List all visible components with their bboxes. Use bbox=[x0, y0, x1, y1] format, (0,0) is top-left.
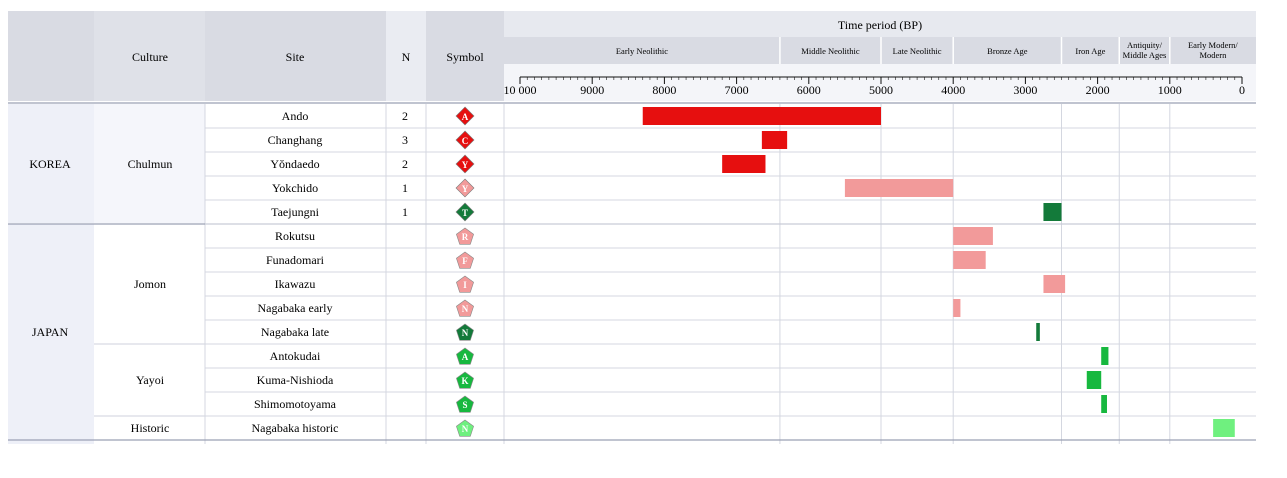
sample-count: 1 bbox=[402, 181, 408, 195]
site-name: Ando bbox=[282, 109, 309, 123]
time-range-bar bbox=[1086, 371, 1102, 389]
sample-count: 1 bbox=[402, 205, 408, 219]
period-label-line: Modern bbox=[1199, 50, 1227, 60]
axis-tick-label: 6000 bbox=[797, 83, 821, 97]
period-label-line: Early Modern/ bbox=[1188, 40, 1238, 50]
site-symbol-icon: N bbox=[456, 419, 474, 437]
n-column-header: N bbox=[402, 50, 411, 64]
time-range-bar bbox=[1101, 347, 1109, 365]
site-symbol-icon: R bbox=[456, 227, 474, 245]
symbol-letter: N bbox=[462, 424, 469, 434]
axis-tick-label: 5000 bbox=[869, 83, 893, 97]
symbol-letter: Y bbox=[462, 184, 469, 194]
region-label: KOREA bbox=[29, 157, 71, 171]
time-period-header: Time period (BP) bbox=[838, 18, 922, 32]
culture-column-header: Culture bbox=[132, 50, 168, 64]
culture-label: Yayoi bbox=[136, 373, 165, 387]
site-name: Nagabaka historic bbox=[252, 421, 339, 435]
time-range-bar bbox=[953, 299, 961, 317]
period-label: Bronze Age bbox=[987, 46, 1028, 56]
time-range-bar bbox=[1043, 275, 1066, 293]
symbol-column-header: Symbol bbox=[446, 50, 484, 64]
symbol-letter: F bbox=[462, 256, 468, 266]
culture-label: Chulmun bbox=[128, 157, 173, 171]
site-name: Yŏndaedo bbox=[270, 157, 319, 171]
region-label: JAPAN bbox=[32, 325, 69, 339]
sample-count: 2 bbox=[402, 157, 408, 171]
axis-tick-label: 9000 bbox=[580, 83, 604, 97]
site-name: Yokchido bbox=[272, 181, 318, 195]
site-name: Funadomari bbox=[266, 253, 325, 267]
time-range-bar bbox=[953, 251, 986, 269]
symbol-letter: K bbox=[461, 376, 468, 386]
time-range-bar bbox=[1036, 323, 1040, 341]
site-symbol-icon: A bbox=[455, 106, 475, 126]
site-name: Kuma-Nishioda bbox=[257, 373, 334, 387]
site-name: Rokutsu bbox=[275, 229, 315, 243]
period-label: Middle Neolithic bbox=[801, 46, 860, 56]
axis-tick-label: 8000 bbox=[652, 83, 676, 97]
site-name: Changhang bbox=[268, 133, 323, 147]
site-symbol-icon: I bbox=[456, 275, 474, 293]
symbol-letter: I bbox=[463, 280, 467, 290]
period-label: Antiquity/Middle Ages bbox=[1123, 40, 1167, 60]
time-range-bar bbox=[642, 107, 881, 125]
axis-tick-label: 1000 bbox=[1158, 83, 1182, 97]
sample-count: 2 bbox=[402, 109, 408, 123]
period-label-line: Antiquity/ bbox=[1127, 40, 1163, 50]
time-range-bar bbox=[1101, 395, 1107, 413]
site-symbol-icon: K bbox=[456, 371, 474, 389]
site-symbol-icon: S bbox=[456, 395, 474, 413]
symbol-letter: T bbox=[462, 208, 468, 218]
site-name: Taejungni bbox=[271, 205, 319, 219]
site-name: Ikawazu bbox=[275, 277, 316, 291]
site-symbol-icon: N bbox=[456, 299, 474, 317]
time-range-bar bbox=[1043, 203, 1062, 221]
axis-tick-label: 7000 bbox=[725, 83, 749, 97]
axis-tick-label: 3000 bbox=[1013, 83, 1037, 97]
site-symbol-icon: Y bbox=[455, 178, 475, 198]
symbol-letter: S bbox=[462, 400, 467, 410]
axis-tick-label: 10 000 bbox=[504, 83, 537, 97]
site-name: Antokudai bbox=[270, 349, 321, 363]
symbol-letter: N bbox=[462, 328, 469, 338]
site-symbol-icon: T bbox=[455, 202, 475, 222]
period-label-line: Middle Ages bbox=[1123, 50, 1167, 60]
period-label: Late Neolithic bbox=[893, 46, 942, 56]
site-symbol-icon: C bbox=[455, 130, 475, 150]
time-range-bar bbox=[844, 179, 954, 197]
symbol-letter: C bbox=[462, 136, 469, 146]
site-name: Nagabaka early bbox=[258, 301, 333, 315]
sample-count: 3 bbox=[402, 133, 408, 147]
site-column-header: Site bbox=[286, 50, 305, 64]
site-name: Shimomotoyama bbox=[254, 397, 337, 411]
site-symbol-icon: N bbox=[456, 323, 474, 341]
site-symbol-icon: A bbox=[456, 347, 474, 365]
axis-tick-label: 2000 bbox=[1086, 83, 1110, 97]
period-label: Iron Age bbox=[1075, 46, 1105, 56]
time-period-chart: Culture Site N Symbol Time period (BP) E… bbox=[8, 11, 1256, 444]
axis-tick-label: 4000 bbox=[941, 83, 965, 97]
site-name: Nagabaka late bbox=[261, 325, 329, 339]
axis-tick-label: 0 bbox=[1239, 83, 1245, 97]
symbol-letter: A bbox=[462, 112, 469, 122]
time-range-bar bbox=[722, 155, 766, 173]
symbol-letter: R bbox=[462, 232, 469, 242]
symbol-letter: A bbox=[462, 352, 469, 362]
period-label: Early Neolithic bbox=[616, 46, 668, 56]
time-range-bar bbox=[1213, 419, 1235, 437]
time-range-bar bbox=[761, 131, 788, 149]
culture-label: Historic bbox=[131, 421, 170, 435]
site-symbol-icon: F bbox=[456, 251, 474, 269]
time-range-bar bbox=[953, 227, 993, 245]
culture-label: Jomon bbox=[134, 277, 166, 291]
site-symbol-icon: Y bbox=[455, 154, 475, 174]
symbol-letter: Y bbox=[462, 160, 469, 170]
symbol-letter: N bbox=[462, 304, 469, 314]
